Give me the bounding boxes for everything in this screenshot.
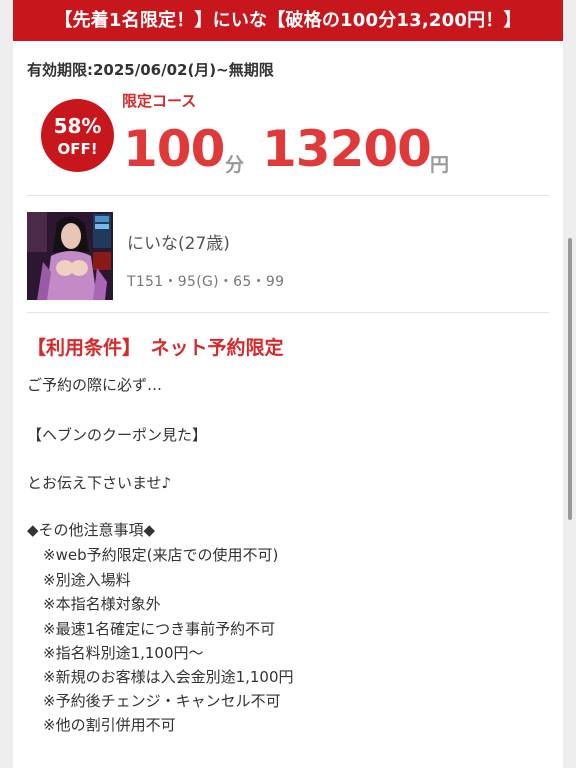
course-minutes: 100 <box>123 120 225 178</box>
price-unit: 円 <box>430 154 450 176</box>
note-item: ※最速1名確定につき事前予約不可 <box>43 620 276 638</box>
coupon-card: 【先着1名限定！】にいな【破格の100分13,200円！】 有効期限:2025/… <box>13 0 563 768</box>
note-item: ※指名料別途1,100円～ <box>43 644 204 662</box>
coupon-title-banner: 【先着1名限定！】にいな【破格の100分13,200円！】 <box>13 0 563 41</box>
note-item: ※別途入場料 <box>43 571 131 589</box>
girl-photo[interactable] <box>27 212 113 300</box>
girl-name[interactable]: にいな(27歳) <box>127 229 230 254</box>
note-item: ※web予約限定(来店での使用不可) <box>43 546 279 564</box>
condition-text: とお伝え下さいませ♪ <box>27 474 172 492</box>
condition-text: 【ヘブンのクーポン見た】 <box>27 426 208 444</box>
course-label: 限定コース <box>122 92 197 110</box>
discount-off-label: OFF! <box>57 140 98 158</box>
notes-heading: ◆その他注意事項◆ <box>27 521 156 539</box>
discount-percent: 58% <box>53 114 102 138</box>
girl-stats: T151・95(G)・65・99 <box>127 274 285 290</box>
conditions-heading: 【利用条件】 ネット予約限定 <box>27 337 284 359</box>
note-item: ※新規のお客様は入会金別途1,100円 <box>43 668 294 686</box>
discount-badge: 58% OFF! <box>41 99 114 172</box>
condition-text: ご予約の際に必ず… <box>27 376 163 394</box>
minutes-unit: 分 <box>225 154 245 176</box>
note-item: ※本指名様対象外 <box>43 595 161 613</box>
page-scrollbar[interactable] <box>568 238 572 520</box>
divider <box>27 312 549 313</box>
note-item: ※他の割引併用不可 <box>43 716 176 734</box>
expiry-date: 有効期限:2025/06/02(月)~無期限 <box>27 61 274 79</box>
course-price: 13200 <box>262 120 432 178</box>
divider <box>27 195 549 196</box>
note-item: ※予約後チェンジ・キャンセル不可 <box>43 692 281 710</box>
